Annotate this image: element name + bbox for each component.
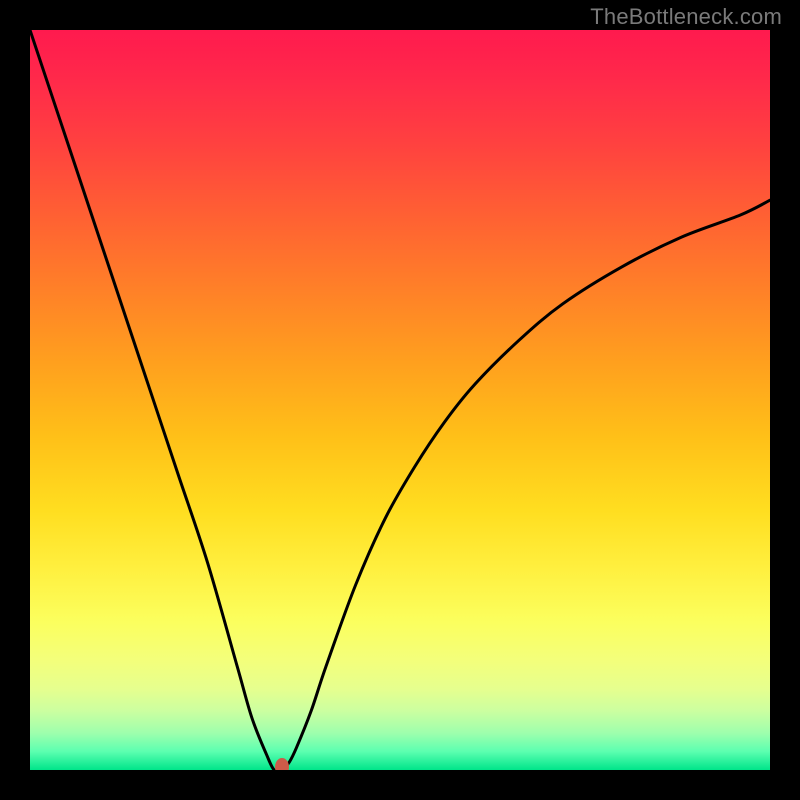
optimum-marker <box>275 758 289 770</box>
plot-area <box>30 30 770 770</box>
watermark-text: TheBottleneck.com <box>590 4 782 30</box>
curve-svg <box>30 30 770 770</box>
bottleneck-curve <box>30 30 770 770</box>
chart-frame: TheBottleneck.com <box>0 0 800 800</box>
